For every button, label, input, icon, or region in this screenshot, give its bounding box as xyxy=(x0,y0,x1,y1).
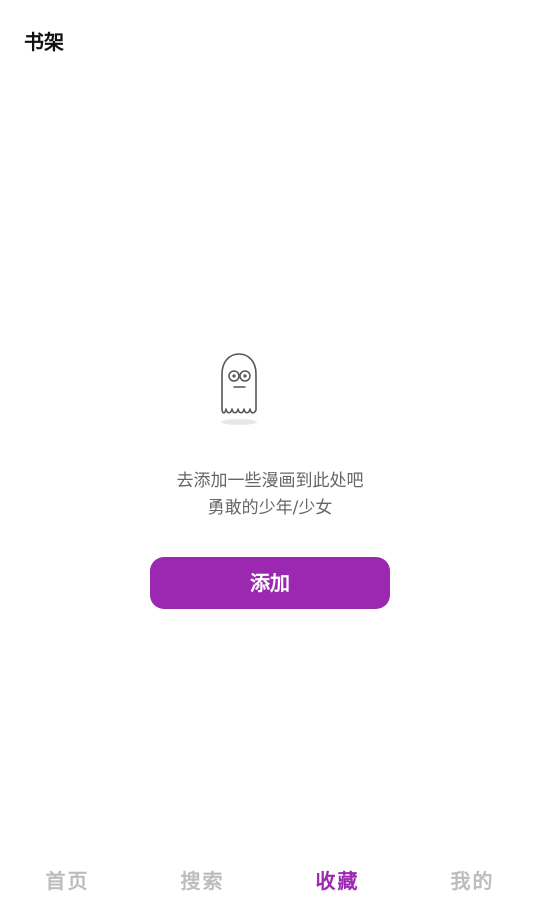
nav-item-favorites[interactable]: 收藏 xyxy=(270,852,405,910)
nav-item-profile[interactable]: 我的 xyxy=(405,852,540,910)
page-title: 书架 xyxy=(24,30,64,54)
empty-message-line-2: 勇敢的少年/少女 xyxy=(207,498,333,518)
empty-state: 去添加一些漫画到此处吧 勇敢的少年/少女 添加 xyxy=(0,350,540,620)
bottom-nav: 首页 搜索 收藏 我的 xyxy=(0,852,540,910)
nav-item-home[interactable]: 首页 xyxy=(0,852,135,910)
ghost-icon xyxy=(221,353,257,425)
add-button[interactable]: 添加 xyxy=(150,557,390,609)
nav-item-search[interactable]: 搜索 xyxy=(135,852,270,910)
empty-message-line-1: 去添加一些漫画到此处吧 xyxy=(176,471,364,491)
